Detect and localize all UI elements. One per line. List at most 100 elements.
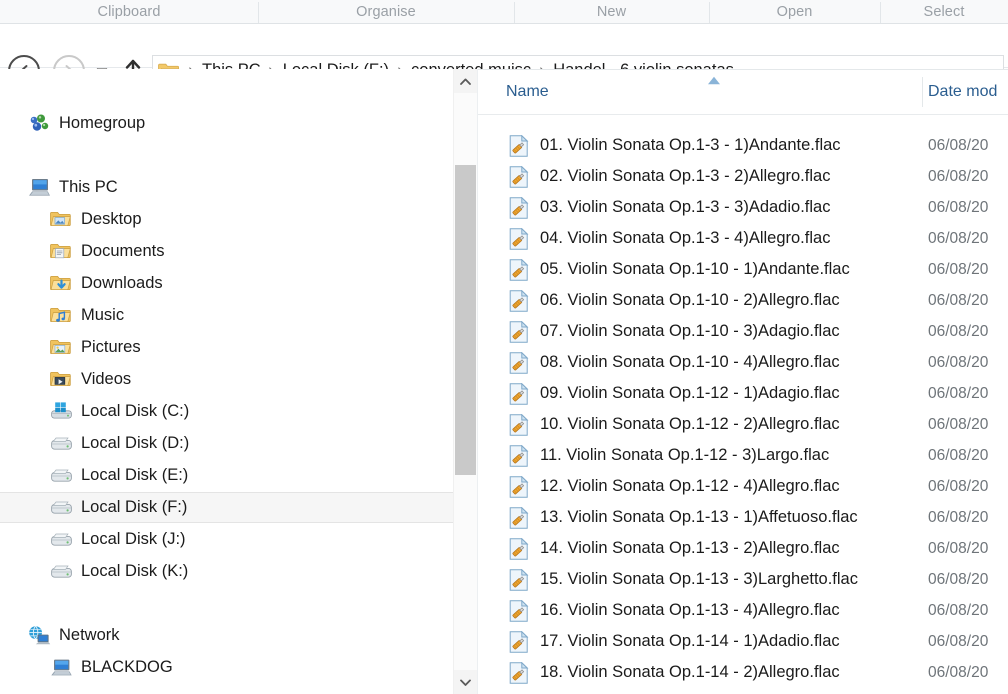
file-row[interactable]: 03. Violin Sonata Op.1-3 - 3)Adadio.flac… — [478, 192, 1008, 223]
file-date-modified: 06/08/20 — [928, 508, 989, 526]
file-list-pane[interactable]: Name Date mod 01. Violin Sonata Op.1-3 -… — [478, 69, 1008, 694]
file-name: 09. Violin Sonata Op.1-12 - 1)Adagio.fla… — [540, 384, 840, 402]
sidebar-item-label: Local Disk (J:) — [81, 530, 186, 548]
navigation-pane[interactable]: Homegroup This PC Desktop Documents Download… — [0, 69, 453, 694]
scroll-up-button[interactable] — [454, 69, 477, 93]
drive-icon — [50, 433, 74, 454]
sort-ascending-icon — [706, 72, 722, 85]
file-row[interactable]: 15. Violin Sonata Op.1-13 - 3)Larghetto.… — [478, 564, 1008, 595]
sidebar-item-network[interactable]: Network — [0, 620, 453, 651]
file-row[interactable]: 17. Violin Sonata Op.1-14 - 1)Adadio.fla… — [478, 626, 1008, 657]
file-row[interactable]: 11. Violin Sonata Op.1-12 - 3)Largo.flac… — [478, 440, 1008, 471]
column-header-date-modified[interactable]: Date mod — [928, 83, 997, 101]
flac-audio-file-icon — [509, 227, 531, 250]
file-row[interactable]: 09. Violin Sonata Op.1-12 - 1)Adagio.fla… — [478, 378, 1008, 409]
file-date-modified: 06/08/20 — [928, 415, 989, 433]
scrollbar-thumb[interactable] — [455, 165, 476, 475]
flac-audio-file-icon — [509, 165, 531, 188]
pictures-folder-icon — [50, 337, 74, 358]
flac-audio-file-icon — [509, 630, 531, 653]
flac-audio-file-icon — [509, 537, 531, 560]
file-name: 04. Violin Sonata Op.1-3 - 4)Allegro.fla… — [540, 229, 831, 247]
column-divider[interactable] — [922, 77, 923, 107]
flac-audio-file-icon — [509, 258, 531, 281]
ribbon-group-divider — [709, 2, 710, 23]
file-name: 07. Violin Sonata Op.1-10 - 3)Adagio.fla… — [540, 322, 840, 340]
sidebar-item-this-pc[interactable]: This PC — [0, 172, 453, 203]
file-row[interactable]: 01. Violin Sonata Op.1-3 - 1)Andante.fla… — [478, 130, 1008, 161]
file-row[interactable]: 07. Violin Sonata Op.1-10 - 3)Adagio.fla… — [478, 316, 1008, 347]
sidebar-item-local-disk-k[interactable]: Local Disk (K:) — [0, 556, 453, 587]
ribbon-group-select[interactable]: Select — [880, 0, 1008, 23]
sidebar-item-label: Desktop — [81, 210, 142, 228]
file-row[interactable]: 16. Violin Sonata Op.1-13 - 4)Allegro.fl… — [478, 595, 1008, 626]
file-name: 08. Violin Sonata Op.1-10 - 4)Allegro.fl… — [540, 353, 840, 371]
sidebar-item-local-disk-d[interactable]: Local Disk (D:) — [0, 428, 453, 459]
sidebar-item-pictures[interactable]: Pictures — [0, 332, 453, 363]
file-date-modified: 06/08/20 — [928, 570, 989, 588]
ribbon-group-organise[interactable]: Organise — [258, 0, 514, 23]
ribbon-group-divider — [258, 2, 259, 23]
file-name: 10. Violin Sonata Op.1-12 - 2)Allegro.fl… — [540, 415, 840, 433]
flac-audio-file-icon — [509, 444, 531, 467]
file-row[interactable]: 05. Violin Sonata Op.1-10 - 1)Andante.fl… — [478, 254, 1008, 285]
drive-icon — [50, 465, 74, 486]
column-header-row: Name Date mod — [478, 69, 1008, 115]
file-row[interactable]: 18. Violin Sonata Op.1-14 - 2)Allegro.fl… — [478, 657, 1008, 688]
flac-audio-file-icon — [509, 568, 531, 591]
file-row[interactable]: 02. Violin Sonata Op.1-3 - 2)Allegro.fla… — [478, 161, 1008, 192]
sidebar-item-desktop[interactable]: Desktop — [0, 204, 453, 235]
scroll-up-icon — [460, 78, 471, 85]
file-date-modified: 06/08/20 — [928, 353, 989, 371]
sidebar-item-label: Network — [59, 626, 120, 644]
file-row[interactable]: 10. Violin Sonata Op.1-12 - 2)Allegro.fl… — [478, 409, 1008, 440]
sidebar-item-local-disk-e[interactable]: Local Disk (E:) — [0, 460, 453, 491]
sidebar-item-label: Homegroup — [59, 114, 146, 132]
sidebar-item-documents[interactable]: Documents — [0, 236, 453, 267]
ribbon-group-clipboard[interactable]: Clipboard — [0, 0, 258, 23]
homegroup-icon — [28, 113, 52, 134]
file-name: 18. Violin Sonata Op.1-14 - 2)Allegro.fl… — [540, 663, 840, 681]
file-date-modified: 06/08/20 — [928, 198, 989, 216]
flac-audio-file-icon — [509, 413, 531, 436]
file-row[interactable]: 06. Violin Sonata Op.1-10 - 2)Allegro.fl… — [478, 285, 1008, 316]
network-icon — [28, 625, 52, 646]
file-name: 17. Violin Sonata Op.1-14 - 1)Adadio.fla… — [540, 632, 840, 650]
computer-icon — [50, 657, 74, 678]
ribbon-group-open[interactable]: Open — [709, 0, 880, 23]
ribbon-group-new[interactable]: New — [514, 0, 709, 23]
sidebar-item-music[interactable]: Music — [0, 300, 453, 331]
file-name: 06. Violin Sonata Op.1-10 - 2)Allegro.fl… — [540, 291, 840, 309]
scroll-down-button[interactable] — [454, 670, 477, 694]
sidebar-item-blackdog[interactable]: BLACKDOG — [0, 652, 453, 683]
sidebar-item-homegroup[interactable]: Homegroup — [0, 108, 453, 139]
file-row[interactable]: 08. Violin Sonata Op.1-10 - 4)Allegro.fl… — [478, 347, 1008, 378]
sidebar-item-downloads[interactable]: Downloads — [0, 268, 453, 299]
file-row[interactable]: 14. Violin Sonata Op.1-13 - 2)Allegro.fl… — [478, 533, 1008, 564]
column-header-name[interactable]: Name — [506, 83, 549, 101]
file-date-modified: 06/08/20 — [928, 601, 989, 619]
file-date-modified: 06/08/20 — [928, 539, 989, 557]
file-date-modified: 06/08/20 — [928, 632, 989, 650]
file-name: 02. Violin Sonata Op.1-3 - 2)Allegro.fla… — [540, 167, 831, 185]
sidebar-item-local-disk-f[interactable]: Local Disk (F:) — [0, 492, 453, 523]
sidebar-item-label: Local Disk (E:) — [81, 466, 189, 484]
file-row[interactable]: 04. Violin Sonata Op.1-3 - 4)Allegro.fla… — [478, 223, 1008, 254]
sidebar-item-label: Music — [81, 306, 125, 324]
sidebar-item-videos[interactable]: Videos — [0, 364, 453, 395]
file-row[interactable]: 13. Violin Sonata Op.1-13 - 1)Affetuoso.… — [478, 502, 1008, 533]
sidebar-item-label: Videos — [81, 370, 132, 388]
sidebar-item-label: Documents — [81, 242, 165, 260]
downloads-folder-icon — [50, 273, 74, 294]
file-name: 14. Violin Sonata Op.1-13 - 2)Allegro.fl… — [540, 539, 840, 557]
file-date-modified: 06/08/20 — [928, 291, 989, 309]
file-row[interactable]: 12. Violin Sonata Op.1-12 - 4)Allegro.fl… — [478, 471, 1008, 502]
file-date-modified: 06/08/20 — [928, 167, 989, 185]
flac-audio-file-icon — [509, 661, 531, 684]
sidebar-item-label: Local Disk (F:) — [81, 498, 188, 516]
navigation-pane-scrollbar[interactable] — [453, 69, 477, 694]
sidebar-item-label: Local Disk (K:) — [81, 562, 189, 580]
sidebar-item-local-disk-c[interactable]: Local Disk (C:) — [0, 396, 453, 427]
file-date-modified: 06/08/20 — [928, 446, 989, 464]
sidebar-item-local-disk-j[interactable]: Local Disk (J:) — [0, 524, 453, 555]
